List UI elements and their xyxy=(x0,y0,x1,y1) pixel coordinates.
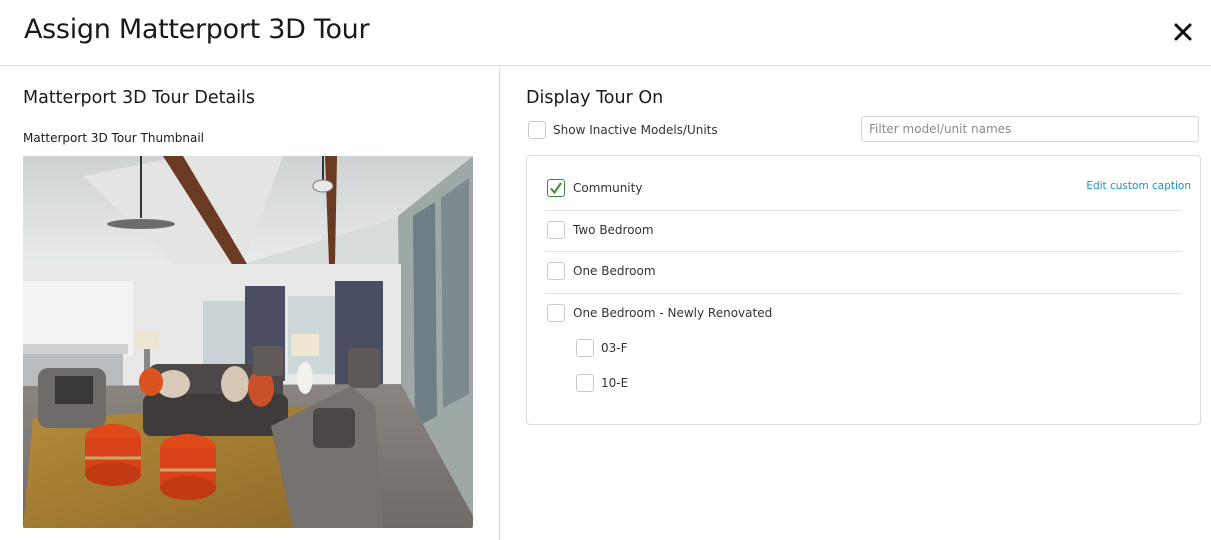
list-item-label: One Bedroom xyxy=(573,264,656,278)
tour-thumbnail xyxy=(23,156,473,528)
list-item-label: 03-F xyxy=(601,341,628,355)
show-inactive-label: Show Inactive Models/Units xyxy=(553,123,718,137)
row-divider xyxy=(545,210,1181,211)
display-tour-heading: Display Tour On xyxy=(526,88,664,108)
unit-10e-checkbox[interactable] xyxy=(576,374,594,392)
close-icon[interactable] xyxy=(1169,18,1197,46)
row-divider xyxy=(545,293,1181,294)
thumbnail-label: Matterport 3D Tour Thumbnail xyxy=(23,131,204,145)
list-item-label: One Bedroom - Newly Renovated xyxy=(573,306,773,320)
list-item-label: 10-E xyxy=(601,376,629,390)
edit-custom-caption-link[interactable]: Edit custom caption xyxy=(1086,180,1191,192)
column-divider xyxy=(499,67,500,540)
tour-details-heading: Matterport 3D Tour Details xyxy=(23,88,256,108)
unit-03f-checkbox[interactable] xyxy=(576,339,594,357)
modal-header: Assign Matterport 3D Tour xyxy=(0,0,1211,66)
checkmark-icon xyxy=(550,182,562,195)
two-bedroom-checkbox[interactable] xyxy=(547,221,565,239)
row-divider xyxy=(545,251,1181,252)
filter-input[interactable] xyxy=(861,116,1199,142)
list-item-label: Two Bedroom xyxy=(573,223,654,237)
modal-title: Assign Matterport 3D Tour xyxy=(24,14,370,45)
one-bedroom-checkbox[interactable] xyxy=(547,262,565,280)
one-bedroom-renovated-checkbox[interactable] xyxy=(547,304,565,322)
list-item-label: Community xyxy=(573,181,643,195)
show-inactive-checkbox[interactable] xyxy=(528,121,546,139)
community-checkbox[interactable] xyxy=(547,179,565,197)
